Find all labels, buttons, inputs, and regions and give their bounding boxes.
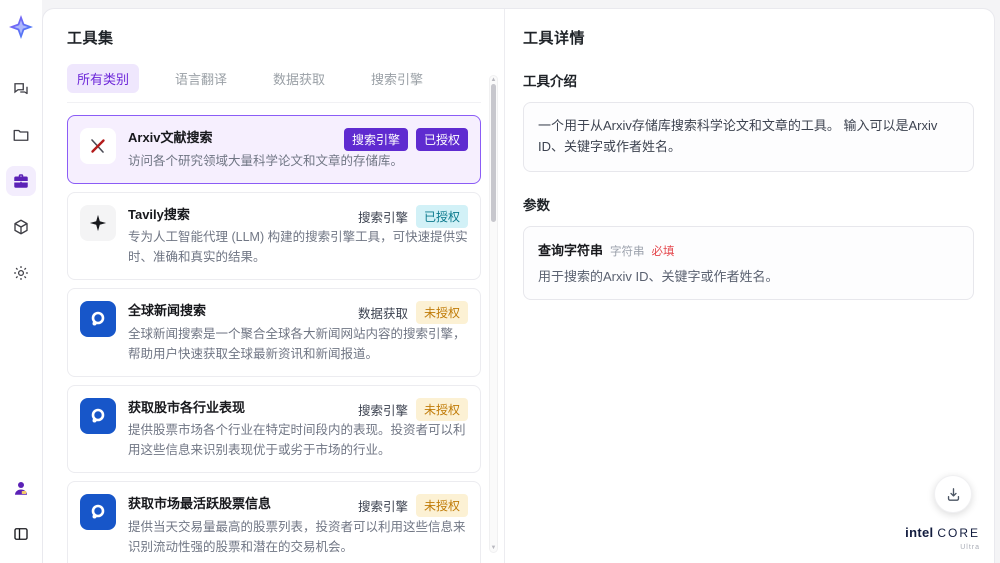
tool-card-global-news[interactable]: 全球新闻搜索 全球新闻搜索是一个聚合全球各大新闻网站内容的搜索引擎，帮助用户快速… bbox=[67, 288, 481, 377]
tool-description: 提供股票市场各个行业在特定时间段内的表现。投资者可以利用这些信息来识别表现优于或… bbox=[128, 423, 466, 457]
tool-list-scrollbar[interactable]: ▲ ▼ bbox=[489, 75, 498, 553]
status-badge-authorized: 已授权 bbox=[415, 128, 468, 151]
download-button[interactable] bbox=[934, 475, 972, 513]
tab-all-categories[interactable]: 所有类别 bbox=[67, 64, 140, 93]
tool-description: 全球新闻搜索是一个聚合全球各大新闻网站内容的搜索引擎，帮助用户快速获取全球最新资… bbox=[128, 326, 466, 361]
details-panel-title: 工具详情 bbox=[523, 30, 586, 47]
tool-card-tavily[interactable]: Tavily搜索 专为人工智能代理 (LLM) 构建的搜索引擎工具，可快速提供实… bbox=[67, 191, 481, 280]
panel-layout-icon bbox=[12, 525, 30, 543]
tab-language-translation[interactable]: 语言翻译 bbox=[165, 64, 237, 93]
news-globe-icon bbox=[80, 301, 116, 337]
arxiv-logo-icon bbox=[80, 128, 116, 164]
category-label: 搜索引擎 bbox=[357, 500, 408, 514]
sidebar-item-chat[interactable] bbox=[6, 74, 36, 104]
folder-icon bbox=[12, 126, 30, 144]
tool-description: 提供当天交易量最高的股票列表，投资者可以利用这些信息来识别流动性强的股票和潜在的… bbox=[128, 519, 466, 554]
tab-data-fetching[interactable]: 数据获取 bbox=[263, 64, 335, 93]
news-globe-icon bbox=[80, 397, 116, 434]
tool-card-arxiv[interactable]: Arxiv文献搜索 访问各个研究领域大量科学论文和文章的存储库。 搜索引擎 已授… bbox=[67, 115, 481, 184]
scroll-down-arrow-icon[interactable]: ▼ bbox=[490, 545, 497, 551]
status-badge-authorized: 已授权 bbox=[415, 204, 468, 228]
download-icon bbox=[945, 486, 962, 503]
sidebar-item-tools[interactable] bbox=[6, 166, 36, 196]
sidebar-item-models[interactable] bbox=[6, 212, 36, 242]
tools-list-pane: 工具集 所有类别 语言翻译 数据获取 搜索引擎 Arxiv文献搜索 访问各个研究… bbox=[43, 9, 505, 563]
tab-search-engine[interactable]: 搜索引擎 bbox=[361, 64, 433, 93]
param-name: 查询字符串 bbox=[538, 242, 604, 258]
parameter-card: 查询字符串 字符串 必填 用于搜索的Arxiv ID、关键字或作者姓名。 bbox=[523, 225, 974, 301]
tool-description: 访问各个研究领域大量科学论文和文章的存储库。 bbox=[128, 153, 404, 168]
chat-icon bbox=[12, 80, 30, 98]
gear-icon bbox=[12, 264, 30, 282]
brand-sub-label: Ultra bbox=[960, 544, 980, 551]
user-avatar-icon bbox=[12, 479, 30, 497]
category-badge: 搜索引擎 bbox=[343, 128, 408, 151]
category-label: 搜索引擎 bbox=[357, 210, 408, 225]
collapse-sidebar-button[interactable] bbox=[6, 519, 36, 549]
intro-heading: 工具介绍 bbox=[523, 74, 577, 89]
tool-card-most-active-stocks[interactable]: 获取市场最活跃股票信息 提供当天交易量最高的股票列表，投资者可以利用这些信息来识… bbox=[67, 481, 481, 563]
tools-panel-title: 工具集 bbox=[67, 30, 114, 47]
param-description: 用于搜索的Arxiv ID、关键字或作者姓名。 bbox=[538, 268, 779, 284]
category-label: 搜索引擎 bbox=[357, 403, 408, 418]
briefcase-icon bbox=[12, 172, 30, 190]
tool-description: 专为人工智能代理 (LLM) 构建的搜索引擎工具，可快速提供实时、准确和真实的结… bbox=[128, 230, 468, 264]
params-heading: 参数 bbox=[523, 197, 550, 213]
news-globe-icon bbox=[80, 494, 116, 530]
tool-intro-text: 一个用于从Arxiv存储库搜索科学论文和文章的工具。 输入可以是Arxiv ID… bbox=[523, 102, 974, 172]
tool-list: Arxiv文献搜索 访问各个研究领域大量科学论文和文章的存储库。 搜索引擎 已授… bbox=[67, 115, 481, 563]
left-rail bbox=[0, 0, 42, 563]
status-badge-unauthorized: 未授权 bbox=[415, 301, 468, 324]
tavily-star-icon bbox=[80, 204, 116, 241]
tool-details-pane: 工具详情 工具介绍 一个用于从Arxiv存储库搜索科学论文和文章的工具。 输入可… bbox=[505, 9, 994, 563]
status-badge-unauthorized: 未授权 bbox=[415, 494, 468, 517]
core-wordmark: CORE bbox=[937, 526, 980, 540]
param-type: 字符串 bbox=[610, 245, 645, 258]
scrollbar-thumb[interactable] bbox=[491, 84, 496, 222]
category-tabs: 所有类别 语言翻译 数据获取 搜索引擎 bbox=[67, 64, 481, 103]
scroll-up-arrow-icon[interactable]: ▲ bbox=[490, 77, 497, 83]
intel-wordmark: intel bbox=[905, 525, 934, 540]
cube-icon bbox=[12, 218, 30, 236]
user-avatar-button[interactable] bbox=[6, 473, 36, 503]
sidebar-item-settings[interactable] bbox=[6, 258, 36, 288]
sidebar-item-files[interactable] bbox=[6, 120, 36, 150]
status-badge-unauthorized: 未授权 bbox=[415, 397, 468, 421]
category-label: 数据获取 bbox=[357, 307, 408, 321]
main-content-card: 工具集 所有类别 语言翻译 数据获取 搜索引擎 Arxiv文献搜索 访问各个研究… bbox=[42, 8, 995, 563]
tool-card-sector-performance[interactable]: 获取股市各行业表现 提供股票市场各个行业在特定时间段内的表现。投资者可以利用这些… bbox=[67, 384, 481, 473]
app-logo-icon bbox=[8, 14, 34, 40]
intel-core-logo: intel CORE Ultra bbox=[905, 525, 980, 551]
param-required-badge: 必填 bbox=[651, 245, 675, 258]
